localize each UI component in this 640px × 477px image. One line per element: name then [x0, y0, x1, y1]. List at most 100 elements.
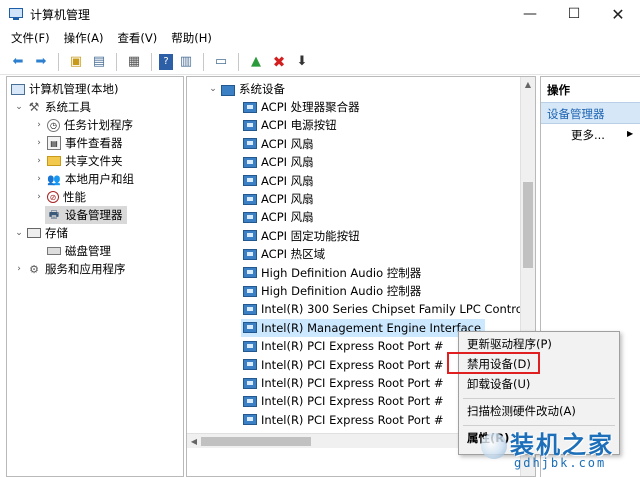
category-system-devices[interactable]: ⌄ 系统设备	[207, 80, 285, 98]
device-item[interactable]: Intel(R) Management Engine Interface	[241, 318, 486, 337]
collapse-chevron-icon[interactable]: ⌄	[13, 228, 25, 238]
computer-management-icon	[8, 6, 24, 22]
menu-file[interactable]: 文件(F)	[4, 28, 57, 49]
tree-item-system-tools[interactable]: ⌄ ⚒ 系统工具	[13, 98, 91, 116]
device-item[interactable]: ACPI 风扇	[241, 190, 314, 208]
device-item[interactable]: Intel(R) PCI Express Root Port #	[241, 337, 443, 355]
show-hide-action-pane-icon[interactable]: ▥	[176, 52, 196, 72]
device-item[interactable]: High Definition Audio 控制器	[241, 264, 421, 282]
close-button[interactable]: ✕	[596, 0, 640, 28]
tree-item-event-viewer[interactable]: › ▤ 事件查看器	[33, 134, 123, 152]
forward-arrow-icon[interactable]: ➡	[31, 52, 51, 72]
tools-icon: ⚒	[28, 100, 40, 114]
scroll-left-icon[interactable]: ◀	[187, 434, 201, 449]
toolbar-separator	[151, 52, 152, 71]
tree-item-device-manager[interactable]: 🖶 设备管理器	[45, 206, 127, 224]
actions-section-device-manager[interactable]: 设备管理器	[541, 102, 640, 124]
device-item[interactable]: Intel(R) 300 Series Chipset Family LPC C…	[241, 300, 536, 318]
disk-icon	[47, 247, 61, 255]
device-label: ACPI 热区域	[261, 247, 326, 262]
scroll-thumb[interactable]	[201, 437, 311, 446]
device-item[interactable]: Intel(R) PCI Express Root Port #	[241, 411, 443, 429]
update-driver-icon[interactable]: ▲	[246, 52, 266, 72]
device-item[interactable]: Intel(R) PCI Express Root Port #	[241, 392, 443, 410]
tree-label: 磁盘管理	[65, 244, 111, 258]
tree-item-services-apps[interactable]: › ⚙ 服务和应用程序	[13, 260, 125, 278]
actions-more-link[interactable]: 更多...	[571, 127, 605, 143]
actions-header: 操作	[547, 83, 570, 97]
tree-label: 任务计划程序	[64, 118, 133, 132]
device-label: ACPI 电源按钮	[261, 118, 337, 133]
device-label: High Definition Audio 控制器	[261, 284, 422, 298]
tree-root[interactable]: 计算机管理(本地)	[9, 80, 118, 98]
show-hide-tree-icon[interactable]: ▤	[89, 52, 109, 72]
device-icon	[243, 101, 257, 113]
menu-help[interactable]: 帮助(H)	[164, 28, 219, 49]
toolbar-separator	[58, 52, 59, 71]
maximize-button[interactable]: ☐	[552, 0, 596, 28]
collapse-chevron-icon[interactable]: ⌄	[207, 84, 219, 94]
device-label: ACPI 风扇	[261, 192, 314, 206]
watermark-text: 装机之家	[510, 430, 614, 459]
device-item[interactable]: Intel(R) PCI Express Root Port #	[241, 374, 443, 392]
scan-hardware-monitor-icon[interactable]: ▭	[211, 52, 231, 72]
expand-chevron-icon[interactable]: ›	[33, 138, 45, 148]
ctx-uninstall-device[interactable]: 卸载设备(U)	[467, 374, 530, 394]
enable-device-icon[interactable]: ⬇	[292, 52, 312, 72]
performance-icon: ⊘	[47, 191, 59, 203]
device-item[interactable]: ACPI 电源按钮	[241, 116, 337, 134]
expand-chevron-icon[interactable]: ›	[33, 174, 45, 184]
toolbar-separator	[238, 52, 239, 71]
device-label: ACPI 风扇	[261, 136, 314, 151]
category-label: 系统设备	[239, 82, 285, 96]
ctx-update-driver[interactable]: 更新驱动程序(P)	[467, 334, 552, 354]
services-icon: ⚙	[29, 262, 39, 276]
device-icon	[243, 156, 257, 168]
device-label: Intel(R) Management Engine Interface	[261, 320, 482, 335]
watermark-url: gdhjbk.com	[514, 456, 607, 470]
device-item[interactable]: ACPI 固定功能按钮	[241, 227, 360, 245]
scroll-up-icon[interactable]: ▲	[521, 77, 535, 92]
device-label: High Definition Audio 控制器	[261, 265, 422, 280]
device-item[interactable]: High Definition Audio 控制器	[241, 282, 421, 300]
tree-item-task-scheduler[interactable]: › ◷ 任务计划程序	[33, 116, 133, 134]
expand-chevron-icon[interactable]: ›	[33, 120, 45, 130]
expand-chevron-icon[interactable]: ›	[33, 192, 45, 202]
help-icon[interactable]: ?	[159, 53, 173, 70]
device-item[interactable]: ACPI 风扇	[241, 208, 314, 226]
back-arrow-icon[interactable]: ⬅	[8, 52, 28, 72]
device-item[interactable]: ACPI 热区域	[241, 245, 325, 263]
device-icon	[243, 230, 257, 242]
up-folder-icon[interactable]: ▣	[66, 52, 86, 72]
tree-label: 性能	[63, 190, 86, 204]
window-title: 计算机管理	[30, 7, 91, 22]
ctx-separator	[463, 398, 615, 399]
uninstall-device-icon[interactable]: ✖	[269, 52, 289, 72]
device-item[interactable]: ACPI 风扇	[241, 172, 314, 190]
tree-item-disk-management[interactable]: 磁盘管理	[45, 242, 111, 260]
device-label: Intel(R) 300 Series Chipset Family LPC C…	[261, 302, 536, 317]
properties-icon[interactable]: ▦	[124, 52, 144, 72]
expand-chevron-icon[interactable]: ›	[13, 264, 25, 274]
device-icon	[243, 175, 257, 187]
ctx-scan-hardware[interactable]: 扫描检测硬件改动(A)	[467, 401, 576, 421]
device-item[interactable]: ACPI 风扇	[241, 135, 314, 153]
device-icon	[243, 359, 257, 371]
collapse-chevron-icon[interactable]: ⌄	[13, 102, 25, 112]
device-item[interactable]: ACPI 处理器聚合器	[241, 98, 360, 116]
toolbar: ⬅ ➡ ▣ ▤ ▦ ? ▥ ▭ ▲ ✖ ⬇	[0, 49, 640, 75]
tree-item-storage[interactable]: ⌄ 存储	[13, 224, 68, 242]
device-item[interactable]: Intel(R) PCI Express Root Port #	[241, 356, 443, 374]
menu-view[interactable]: 查看(V)	[110, 28, 164, 49]
expand-chevron-icon[interactable]: ›	[33, 156, 45, 166]
minimize-button[interactable]: —	[508, 0, 552, 28]
device-label: Intel(R) PCI Express Root Port #	[261, 412, 444, 427]
menu-action[interactable]: 操作(A)	[57, 28, 111, 49]
device-icon	[243, 267, 257, 279]
tree-item-local-users[interactable]: › 👥 本地用户和组	[33, 170, 134, 188]
tree-item-shared-folders[interactable]: › 共享文件夹	[33, 152, 122, 170]
device-item[interactable]: ACPI 风扇	[241, 153, 314, 171]
computer-icon	[11, 83, 25, 95]
scroll-thumb[interactable]	[523, 182, 533, 268]
tree-item-performance[interactable]: › ⊘ 性能	[33, 188, 86, 206]
